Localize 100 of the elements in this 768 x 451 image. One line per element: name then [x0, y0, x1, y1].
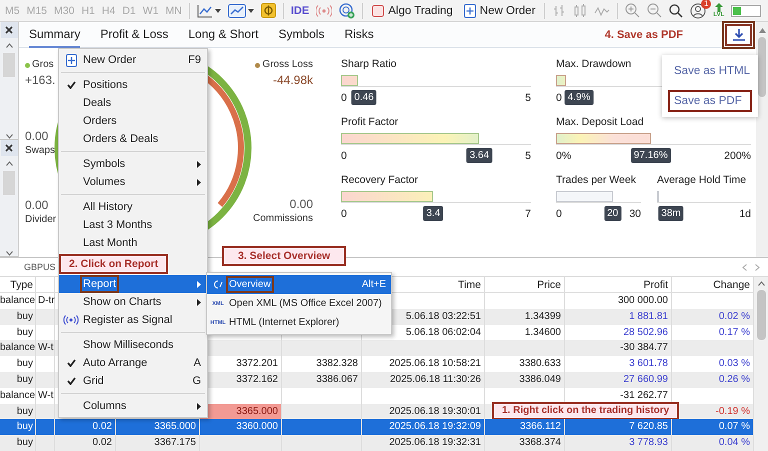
menu-item[interactable]: Last 3 Months [59, 216, 207, 234]
level-bar-drawing [731, 4, 762, 16]
menu-item[interactable]: Overview Alt+E [207, 275, 391, 294]
report-tab[interactable]: Long & Short [188, 22, 258, 48]
close-button[interactable] [0, 140, 18, 156]
table-row[interactable]: buy 0.02 3367.175 2025.06.18 19:32:31 3368.374 3 778.93 0.04 % [0, 435, 754, 451]
new-order-button[interactable]: New Order [462, 2, 538, 18]
line-chart-icon[interactable] [196, 4, 213, 18]
menu-item[interactable]: Show on Charts [59, 293, 207, 311]
scroll-up-icon[interactable] [6, 160, 12, 166]
scale-min-label: 0 [556, 91, 562, 106]
scroll-down-icon[interactable] [6, 251, 12, 256]
table-cell: balance [0, 340, 36, 356]
arrow-up-icon [714, 3, 723, 12]
menu-item[interactable]: Orders [59, 112, 207, 130]
table-cell: 0.02 [55, 435, 116, 451]
annotation-callout: 2. Click on Report [59, 254, 168, 274]
table-cell: buy [0, 308, 36, 325]
column-header[interactable]: Change [713, 279, 750, 291]
symbol-tab[interactable]: GBPUS [24, 262, 56, 272]
submenu-arrow-icon [197, 298, 201, 306]
scrollbar-thumb[interactable] [756, 290, 766, 340]
checkmark-icon [66, 81, 76, 89]
table-cell: 3367.175 [116, 435, 200, 451]
close-button[interactable] [0, 22, 18, 38]
table-row[interactable]: buy 0.02 3365.000 3360.000 2025.06.18 19:32:09 3366.112 7 620.85 0.07 % [0, 419, 754, 436]
search-icon[interactable] [669, 4, 684, 18]
scale-min-label: 0% [556, 149, 572, 164]
metric-label: Profit Factor [341, 115, 398, 129]
caret-icon [248, 8, 254, 14]
close-icon [5, 26, 13, 34]
table-cell: 3386.067 [282, 372, 362, 388]
column-header[interactable]: Price [537, 279, 561, 291]
algo-trading-button[interactable]: Algo Trading [370, 4, 455, 18]
column-header[interactable]: Time [458, 279, 481, 291]
column-header[interactable]: Profit [643, 279, 668, 291]
metric-label: Max. Deposit Load [556, 115, 644, 129]
menu-item[interactable]: Deals [59, 94, 207, 112]
scale-max-label: 7 [525, 207, 531, 222]
table-cell: buy [0, 435, 36, 451]
annotation-text: 4. Save as PDF [604, 28, 683, 40]
add-document-icon [66, 54, 76, 66]
report-tab[interactable]: Risks [344, 22, 374, 48]
scroll-up-icon[interactable] [6, 43, 12, 48]
signal-icon[interactable] [316, 4, 332, 18]
metric-value-tag: 20 [604, 206, 622, 221]
column-header[interactable]: Type [10, 279, 33, 291]
metric-label: Sharp Ratio [341, 57, 396, 71]
scale-max-label: 200% [724, 149, 751, 164]
scroll-left-icon[interactable] [742, 264, 747, 270]
scroll-down-icon[interactable] [6, 134, 12, 138]
menu-item[interactable]: Orders & Deals [59, 130, 207, 148]
menu-item[interactable]: All History [59, 198, 207, 216]
menu-item[interactable]: Report [59, 275, 207, 293]
network-add-icon[interactable] [339, 2, 356, 18]
checkmark-icon [66, 359, 76, 367]
metric-label: Max. Drawdown [556, 57, 632, 71]
scrollbar-thumb[interactable] [758, 37, 766, 97]
report-tab[interactable]: Symbols [278, 22, 324, 48]
save-menu-item[interactable]: Save as HTML [668, 60, 752, 82]
menu-item[interactable]: Volumes [59, 173, 207, 191]
save-menu-item[interactable]: Save as PDF [668, 90, 752, 112]
scroll-up-icon[interactable] [758, 281, 764, 286]
scrollbar-thumb[interactable] [3, 170, 15, 194]
table-cell: -30 384.77 [565, 340, 672, 356]
menu-item[interactable]: Symbols [59, 155, 207, 173]
metric-value-tag: 3.4 [423, 206, 444, 221]
zoom-in-icon[interactable] [625, 3, 640, 18]
menu-item[interactable]: Last Month [59, 234, 207, 252]
metric-value-tag: 97.16% [630, 148, 671, 163]
metric-value-tag: 3.64 [466, 148, 492, 163]
table-cell: 3386.049 [485, 372, 565, 388]
menu-item[interactable]: Positions [59, 76, 207, 94]
signal-icon [63, 315, 79, 325]
table-cell: buy [0, 372, 36, 388]
ide-button[interactable]: IDE [290, 4, 310, 16]
swaps-label: Swaps [25, 144, 56, 158]
scale-max-label: 5 [525, 91, 531, 106]
report-tab[interactable]: Profit & Loss [100, 22, 168, 48]
table-cell: W-t [36, 340, 55, 356]
submenu-arrow-icon [197, 160, 201, 168]
zoom-out-icon[interactable] [647, 3, 662, 18]
scale-max-label: 30 [629, 207, 641, 222]
table-cell: 3365.000 [200, 404, 282, 420]
download-icon [732, 28, 744, 40]
table-cell: 27 660.99 [565, 372, 672, 388]
scroll-up-icon[interactable] [758, 28, 766, 33]
metric-label: Average Hold Time [657, 173, 746, 187]
caret-icon [214, 8, 221, 14]
coin-icon[interactable] [260, 3, 276, 18]
commissions-value: 0.00 [290, 196, 313, 212]
menu-item[interactable]: New Order F9 [59, 51, 207, 69]
scale-min-label: 0 [341, 207, 347, 222]
user-icon[interactable] [690, 2, 706, 18]
report-icon [214, 280, 222, 289]
chart-window-icon[interactable] [228, 4, 246, 18]
scroll-right-icon[interactable] [755, 264, 760, 270]
scale-min-label: 0 [341, 149, 347, 164]
submenu-arrow-icon [197, 178, 201, 186]
scrollbar-thumb[interactable] [3, 53, 15, 77]
